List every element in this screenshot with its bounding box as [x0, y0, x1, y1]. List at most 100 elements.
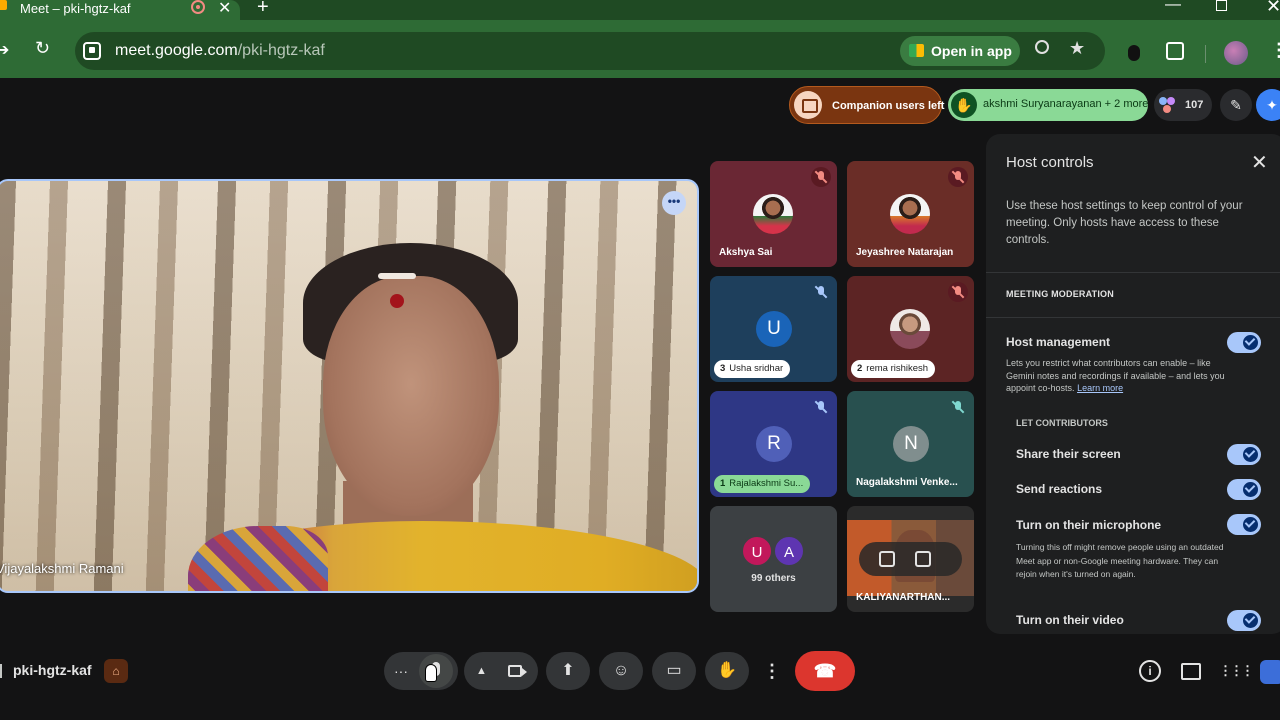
check-icon — [1244, 613, 1256, 624]
participant-name-pill: 1 Rajalakshmi Su... — [714, 475, 811, 493]
raised-hand-icon: ✋ — [951, 92, 977, 118]
camera-button[interactable] — [508, 665, 527, 677]
forward-arrow-icon[interactable]: ➔ — [0, 40, 9, 60]
speaker-tilak — [378, 273, 416, 279]
more-options-button[interactable]: ⋮ — [757, 652, 787, 690]
frame-icon[interactable] — [879, 551, 895, 567]
section-meeting-moderation: MEETING MODERATION — [1006, 289, 1114, 299]
browser-tab-meet[interactable]: Meet – pki-hgtz-kaf ✕ — [0, 0, 240, 20]
window-minimize-button[interactable]: — — [1165, 0, 1181, 14]
pin-icon[interactable] — [915, 551, 931, 567]
new-tab-button[interactable]: + — [257, 0, 269, 19]
tile-hover-controls[interactable] — [859, 542, 962, 576]
door-icon[interactable]: ⌂ — [104, 659, 128, 683]
url-path: /pki-hgtz-kaf — [237, 42, 325, 59]
check-icon — [1244, 482, 1256, 493]
toolbar-divider — [1205, 45, 1206, 63]
reactions-button[interactable]: ☺ — [599, 652, 643, 690]
apps-grid-icon[interactable]: ⋮⋮⋮ — [1219, 660, 1254, 682]
raised-hands-chip[interactable]: ✋ akshmi Suryanarayanan + 2 more — [948, 89, 1148, 121]
whiteboard-pen-icon[interactable]: ✎ — [1220, 89, 1252, 121]
companion-label: Companion users left — [832, 100, 945, 112]
emoji-icon: ☺ — [612, 662, 630, 679]
participants-chip[interactable]: 107 — [1154, 89, 1212, 121]
mic-off-icon — [811, 397, 831, 417]
chat-icon[interactable] — [1179, 660, 1201, 682]
participant-name: Nagalakshmi Venke... — [856, 477, 958, 488]
avatar — [890, 194, 930, 234]
audio-options-icon[interactable]: ··· — [394, 652, 408, 690]
others-tile[interactable]: U A 99 others — [710, 506, 837, 612]
share-screen-toggle[interactable] — [1227, 444, 1261, 465]
video-toggle[interactable] — [1227, 610, 1261, 631]
participant-name: KALIYANARTHAN... — [856, 592, 951, 603]
speaker-name: Vijayalakshmi Ramani — [0, 561, 124, 576]
participant-tile-rema[interactable]: 2 rema rishikesh — [847, 276, 974, 382]
star-icon[interactable]: ★ — [1069, 38, 1085, 59]
more-options-icon[interactable]: ••• — [662, 191, 686, 215]
hangup-icon: ☎ — [813, 661, 837, 681]
profile-avatar[interactable] — [1224, 41, 1248, 65]
puzzle-icon[interactable] — [1166, 42, 1184, 60]
mic-control-group: ··· — [384, 652, 458, 690]
reload-icon[interactable]: ↻ — [35, 38, 50, 59]
participant-tile-akshya[interactable]: Akshya Sai — [710, 161, 837, 267]
check-icon — [1244, 447, 1256, 458]
tab-title: Meet – pki-hgtz-kaf — [20, 1, 131, 16]
captions-icon: ▭ — [666, 662, 682, 679]
chevron-up-icon[interactable]: ▲ — [476, 652, 487, 690]
speaker-saree-border — [188, 526, 328, 591]
divider — [0, 664, 2, 678]
window-maximize-button[interactable] — [1216, 0, 1227, 11]
tab-close-icon[interactable]: ✕ — [218, 0, 231, 18]
site-info-icon[interactable] — [83, 42, 101, 60]
microphone-toggle[interactable] — [1227, 514, 1261, 535]
open-in-app-label: Open in app — [931, 43, 1012, 59]
kebab-menu-icon[interactable]: ⋮ — [1270, 40, 1280, 61]
raise-hand-button[interactable]: ✋ — [705, 652, 749, 690]
open-in-app-button[interactable]: Open in app — [900, 36, 1020, 66]
mic-off-icon — [948, 167, 968, 187]
participant-tile-usha[interactable]: U 3 Usha sridhar — [710, 276, 837, 382]
host-management-toggle[interactable] — [1227, 332, 1261, 353]
meet-area: Companion users left ✋ akshmi Suryanaray… — [0, 78, 1280, 720]
participant-tile-nagalakshmi[interactable]: N Nagalakshmi Venke... — [847, 391, 974, 497]
leave-call-button[interactable]: ☎ — [795, 651, 855, 691]
divider — [986, 317, 1280, 318]
present-screen-button[interactable]: ⬆ — [546, 652, 590, 690]
host-management-desc: Lets you restrict what contributors can … — [1006, 357, 1238, 395]
browser-toolbar: ➔ ↻ meet.google.com/pki-hgtz-kaf Open in… — [0, 20, 1280, 78]
participant-name: rema rishikesh — [866, 363, 929, 374]
avatar-letter: A — [773, 535, 805, 567]
send-reactions-toggle[interactable] — [1227, 479, 1261, 500]
address-bar[interactable]: meet.google.com/pki-hgtz-kaf Open in app… — [75, 32, 1105, 70]
speaker-face — [323, 276, 499, 516]
extension-icon[interactable] — [1128, 45, 1140, 61]
present-icon: ⬆ — [561, 662, 575, 679]
panel-intro: Use these host settings to keep control … — [1006, 200, 1243, 246]
let-contributors-heading: LET CONTRIBUTORS — [1016, 418, 1108, 428]
participant-name: Akshya Sai — [719, 247, 773, 258]
participant-tile-jeyashree[interactable]: Jeyashree Natarajan — [847, 161, 974, 267]
participant-tile-kaliyanarthan[interactable]: KALIYANARTHAN... — [847, 506, 974, 612]
info-icon[interactable]: i — [1139, 660, 1161, 682]
captions-button[interactable]: ▭ — [652, 652, 696, 690]
meet-app-icon — [909, 44, 924, 57]
companion-users-left-chip[interactable]: Companion users left — [789, 86, 945, 124]
host-management-label: Host management — [1006, 335, 1111, 349]
host-controls-lock-icon[interactable] — [1260, 660, 1280, 684]
check-icon — [1244, 335, 1256, 346]
close-icon[interactable]: ✕ — [1251, 150, 1268, 175]
gemini-sparkle-icon[interactable]: ✦ — [1256, 89, 1280, 121]
mic-off-icon — [811, 167, 831, 187]
window-close-button[interactable]: ✕ — [1266, 0, 1280, 17]
tab-strip: Meet – pki-hgtz-kaf ✕ + — ✕ — [0, 0, 1280, 20]
search-icon[interactable] — [1035, 40, 1049, 54]
panel-title: Host controls — [1006, 154, 1094, 171]
avatar — [753, 194, 793, 234]
participant-tile-rajalakshmi[interactable]: R 1 Rajalakshmi Su... — [710, 391, 837, 497]
camera-control-group: ▲ — [464, 652, 538, 690]
main-speaker-video[interactable]: ••• Vijayalakshmi Ramani — [0, 179, 699, 593]
screen: Meet – pki-hgtz-kaf ✕ + — ✕ ➔ ↻ meet.goo… — [0, 0, 1280, 720]
learn-more-link[interactable]: Learn more — [1077, 383, 1123, 393]
